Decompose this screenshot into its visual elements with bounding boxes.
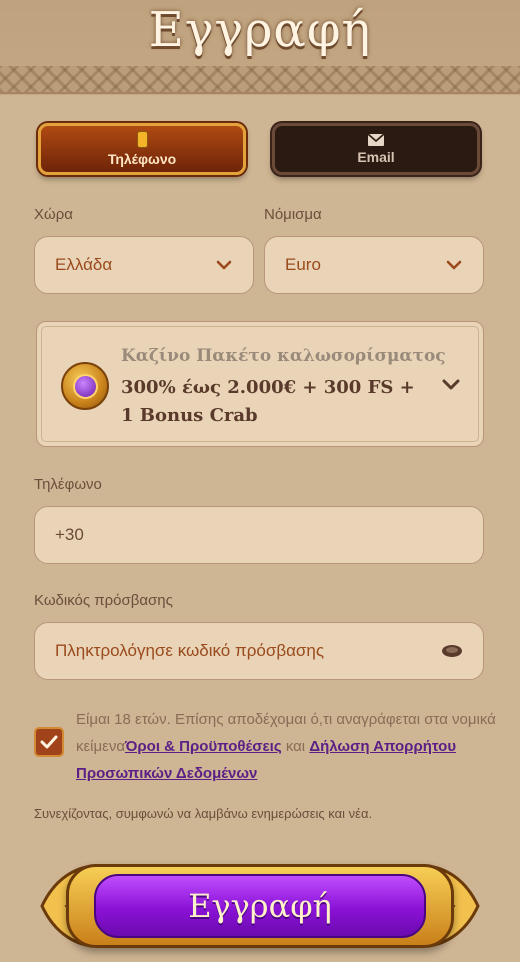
consent-and: και — [285, 738, 306, 755]
currency-label: Νόμισμα — [264, 206, 322, 223]
mail-icon — [368, 133, 384, 146]
phone-icon — [136, 131, 148, 148]
tab-email-label: Email — [357, 148, 395, 165]
password-label: Κωδικός πρόσβασης — [34, 592, 173, 609]
chevron-down-icon — [442, 379, 460, 390]
tab-phone-label: Τηλέφωνο — [107, 151, 177, 167]
updates-note: Συνεχίζοντας, συμφωνώ να λαμβάνω ενημερώ… — [34, 806, 373, 821]
page-title: Εγγραφή — [148, 2, 372, 58]
eye-icon[interactable] — [441, 644, 463, 658]
password-placeholder: Πληκτρολόγησε κωδικό πρόσβασης — [55, 641, 325, 660]
tab-phone[interactable]: Τηλέφωνο — [38, 123, 246, 175]
phone-input[interactable]: +30 — [34, 506, 484, 564]
casino-coin-icon — [61, 362, 109, 410]
ornament-border — [0, 66, 520, 94]
country-label: Χώρα — [34, 206, 73, 223]
register-button[interactable]: Εγγραφή — [94, 874, 426, 938]
bonus-select[interactable]: Καζίνο Πακέτο καλωσορίσματος 300% έως 2.… — [36, 321, 484, 447]
consent-checkbox[interactable] — [34, 727, 64, 757]
bonus-title: 300% έως 2.000€ + 300 FS + 1 Bonus Crab — [121, 377, 415, 426]
tab-email[interactable]: Email — [272, 123, 480, 175]
country-value: Ελλάδα — [55, 255, 113, 274]
chevron-down-icon — [446, 260, 462, 270]
consent-text: Είμαι 18 ετών. Επίσης αποδέχομαι ό,τι αν… — [76, 706, 496, 787]
currency-select[interactable]: Euro — [264, 236, 484, 294]
currency-value: Euro — [285, 255, 321, 274]
submit-area: Εγγραφή — [36, 850, 484, 962]
terms-link[interactable]: Όροι & Προϋποθέσεις — [125, 738, 282, 755]
bonus-subtitle: Καζίνο Πακέτο καλωσορίσματος — [121, 346, 446, 366]
page-header: Εγγραφή — [0, 0, 520, 95]
chevron-down-icon — [216, 260, 232, 270]
password-input[interactable]: Πληκτρολόγησε κωδικό πρόσβασης — [34, 622, 484, 680]
country-select[interactable]: Ελλάδα — [34, 236, 254, 294]
phone-value: +30 — [55, 525, 84, 544]
phone-label: Τηλέφωνο — [34, 476, 102, 493]
check-icon — [40, 735, 58, 749]
